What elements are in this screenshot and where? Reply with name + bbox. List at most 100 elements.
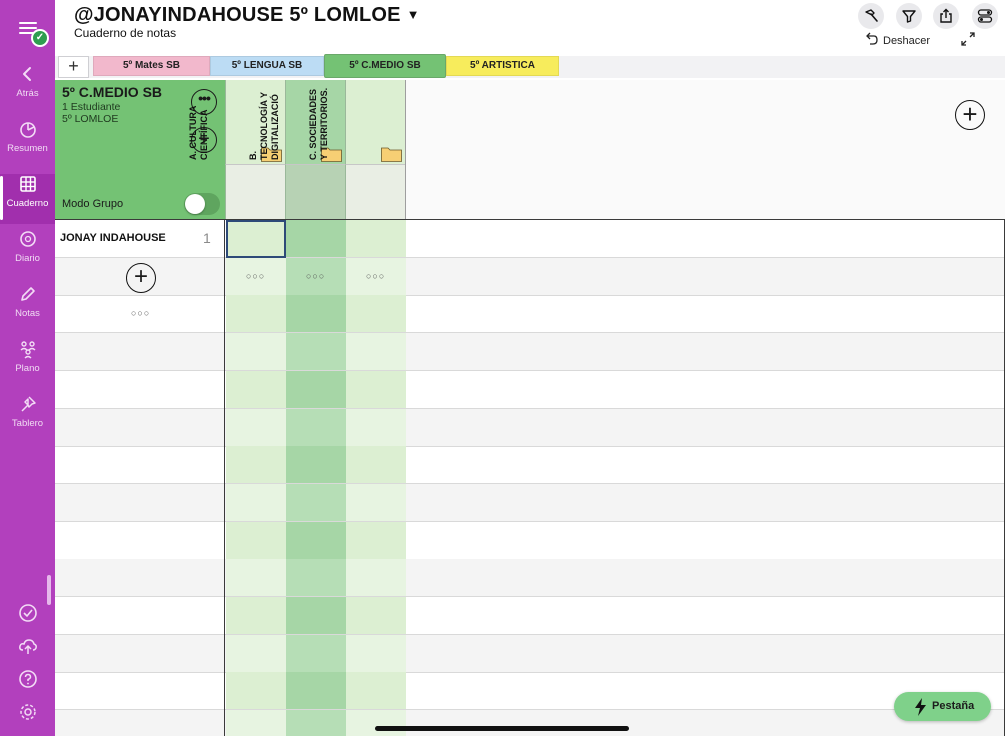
home-indicator [375,726,629,731]
grade-cell[interactable] [226,597,286,634]
grade-cell[interactable] [226,446,286,484]
fullscreen-button[interactable] [959,30,977,53]
group-name: 5º C.MEDIO SB [62,84,163,100]
grade-cell[interactable] [346,521,406,559]
folder-icon[interactable] [381,146,402,162]
grade-cell[interactable] [286,483,346,521]
grade-cell[interactable] [286,710,346,736]
grade-cell[interactable]: ○○○ [346,257,406,295]
grade-cell[interactable] [346,295,406,333]
grade-cell[interactable] [226,634,286,672]
grade-cell[interactable]: ○○○ [226,257,286,295]
grade-cell[interactable]: ○○○ [286,257,346,295]
tab-5-mates-sb[interactable]: 5º Mates SB [93,56,210,76]
pestana-button[interactable]: Pestaña [894,692,991,721]
sidebar-item-resumen[interactable]: Resumen [0,119,55,169]
tab-5-cmedio-sb[interactable]: 5º C.MEDIO SB [324,54,446,78]
sidebar-item-atras[interactable]: Atrás [0,64,55,114]
help-icon [18,670,37,688]
grade-cell[interactable] [346,559,406,597]
page-subtitle: Cuaderno de notas [74,26,177,40]
grade-cell[interactable] [226,333,286,371]
sidebar-item-tablero[interactable]: Tablero [0,394,55,444]
column-summary-cell[interactable] [285,164,345,219]
grade-cell[interactable] [226,370,286,408]
notebook-title-dropdown[interactable]: @JONAYINDAHOUSE 5º LOMLOE ▼ [74,4,420,27]
group-mode-label: Modo Grupo [62,198,124,210]
grade-cell[interactable] [226,408,286,446]
grade-cell[interactable] [286,521,346,559]
grade-cell[interactable] [286,634,346,672]
settings-button[interactable] [0,701,55,728]
grade-cell[interactable] [346,597,406,634]
column-summary-cell[interactable] [345,164,405,219]
sidebar-item-label: Notas [15,308,40,319]
sidebar-item-diario[interactable]: Diario [0,229,55,279]
page-title: @JONAYINDAHOUSE 5º LOMLOE [74,4,401,26]
grade-cell[interactable] [226,710,286,736]
chevron-left-icon [22,67,31,81]
undo-label: Deshacer [883,35,931,47]
hammer-icon [865,9,878,22]
header-empty-area: + [405,80,1005,219]
sidebar-item-label: Atrás [16,88,39,99]
grade-cell[interactable] [346,634,406,672]
check-circle-icon [18,604,37,622]
grade-cell[interactable] [226,521,286,559]
grade-cell[interactable] [286,597,346,634]
grade-cell[interactable] [226,672,286,710]
grade-cell[interactable] [226,559,286,597]
add-column-button[interactable]: + [955,100,985,130]
grade-cell[interactable] [286,370,346,408]
help-button[interactable] [0,668,55,695]
settings-icon [19,704,36,720]
grade-cell[interactable] [346,220,406,257]
toggle-knob [185,194,205,214]
filter-icon [902,10,916,23]
grade-cell[interactable] [286,559,346,597]
tab-5-artistica[interactable]: 5º ARTISTICA [446,56,559,76]
cloud-sync-button[interactable] [0,635,55,662]
grade-cell[interactable] [346,370,406,408]
sidebar-item-notas[interactable]: Notas [0,284,55,334]
tools-button[interactable] [858,3,884,29]
grade-cell[interactable] [286,333,346,371]
grade-cell[interactable] [286,295,346,333]
dropdown-caret-icon: ▼ [406,7,420,22]
column-header-sociedades-territorios[interactable]: C. SOCIEDADES Y TERRITORIOS. [308,80,405,164]
grade-cell[interactable] [286,408,346,446]
people-icon [20,341,35,359]
expand-icon [961,32,975,46]
selected-cell-highlight[interactable] [226,220,286,258]
sidebar-item-label: Cuaderno [6,198,49,209]
sidebar-item-plano[interactable]: Plano [0,339,55,389]
grade-cell[interactable] [286,446,346,484]
grade-cell[interactable] [286,220,346,257]
column-summary-cell[interactable] [225,164,285,219]
column-options-button[interactable]: ○○○ [366,271,385,281]
group-mode-toggle[interactable] [184,193,220,215]
grade-cell[interactable] [346,446,406,484]
grade-cell[interactable] [346,672,406,710]
column-options-button[interactable]: ○○○ [246,271,265,281]
grade-cell[interactable] [346,483,406,521]
bolt-icon [915,698,926,716]
grade-cell[interactable] [286,672,346,710]
grade-cell[interactable] [346,333,406,371]
tab-5-lengua-sb[interactable]: 5º LENGUA SB [210,56,324,76]
add-tab-button[interactable]: + [58,56,89,78]
sidebar-scrollbar[interactable] [47,575,51,605]
grade-cell[interactable] [226,483,286,521]
grade-cell[interactable] [346,710,406,736]
filter-button[interactable] [896,3,922,29]
sidebar-item-label: Resumen [7,143,48,154]
grade-cell[interactable] [226,295,286,333]
sidebar-item-label: Tablero [11,418,44,429]
grade-cell[interactable] [346,408,406,446]
column-options-button[interactable]: ○○○ [306,271,325,281]
view-options-button[interactable] [972,3,998,29]
undo-button[interactable]: Deshacer [863,31,930,47]
share-button[interactable] [933,3,959,29]
sidebar-item-cuaderno[interactable]: Cuaderno [0,174,55,224]
tasks-button[interactable] [0,602,55,629]
